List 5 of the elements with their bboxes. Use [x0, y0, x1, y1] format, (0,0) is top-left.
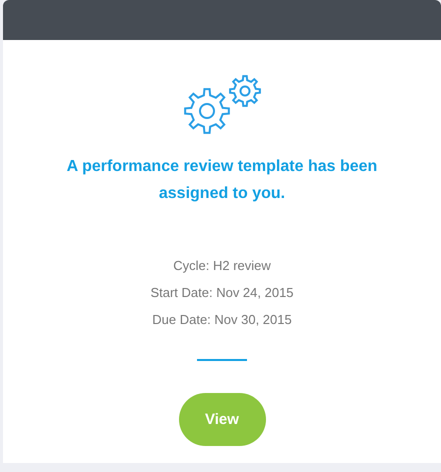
- view-button[interactable]: View: [178, 393, 266, 446]
- detail-text: Start Date: Nov 24, 2015: [150, 284, 294, 302]
- detail-text: Cycle: H2 review: [173, 257, 271, 275]
- detail-text: Due Date: Nov 30, 2015: [152, 311, 292, 329]
- notification-heading: A performance review template has been assigned to you.: [66, 157, 378, 204]
